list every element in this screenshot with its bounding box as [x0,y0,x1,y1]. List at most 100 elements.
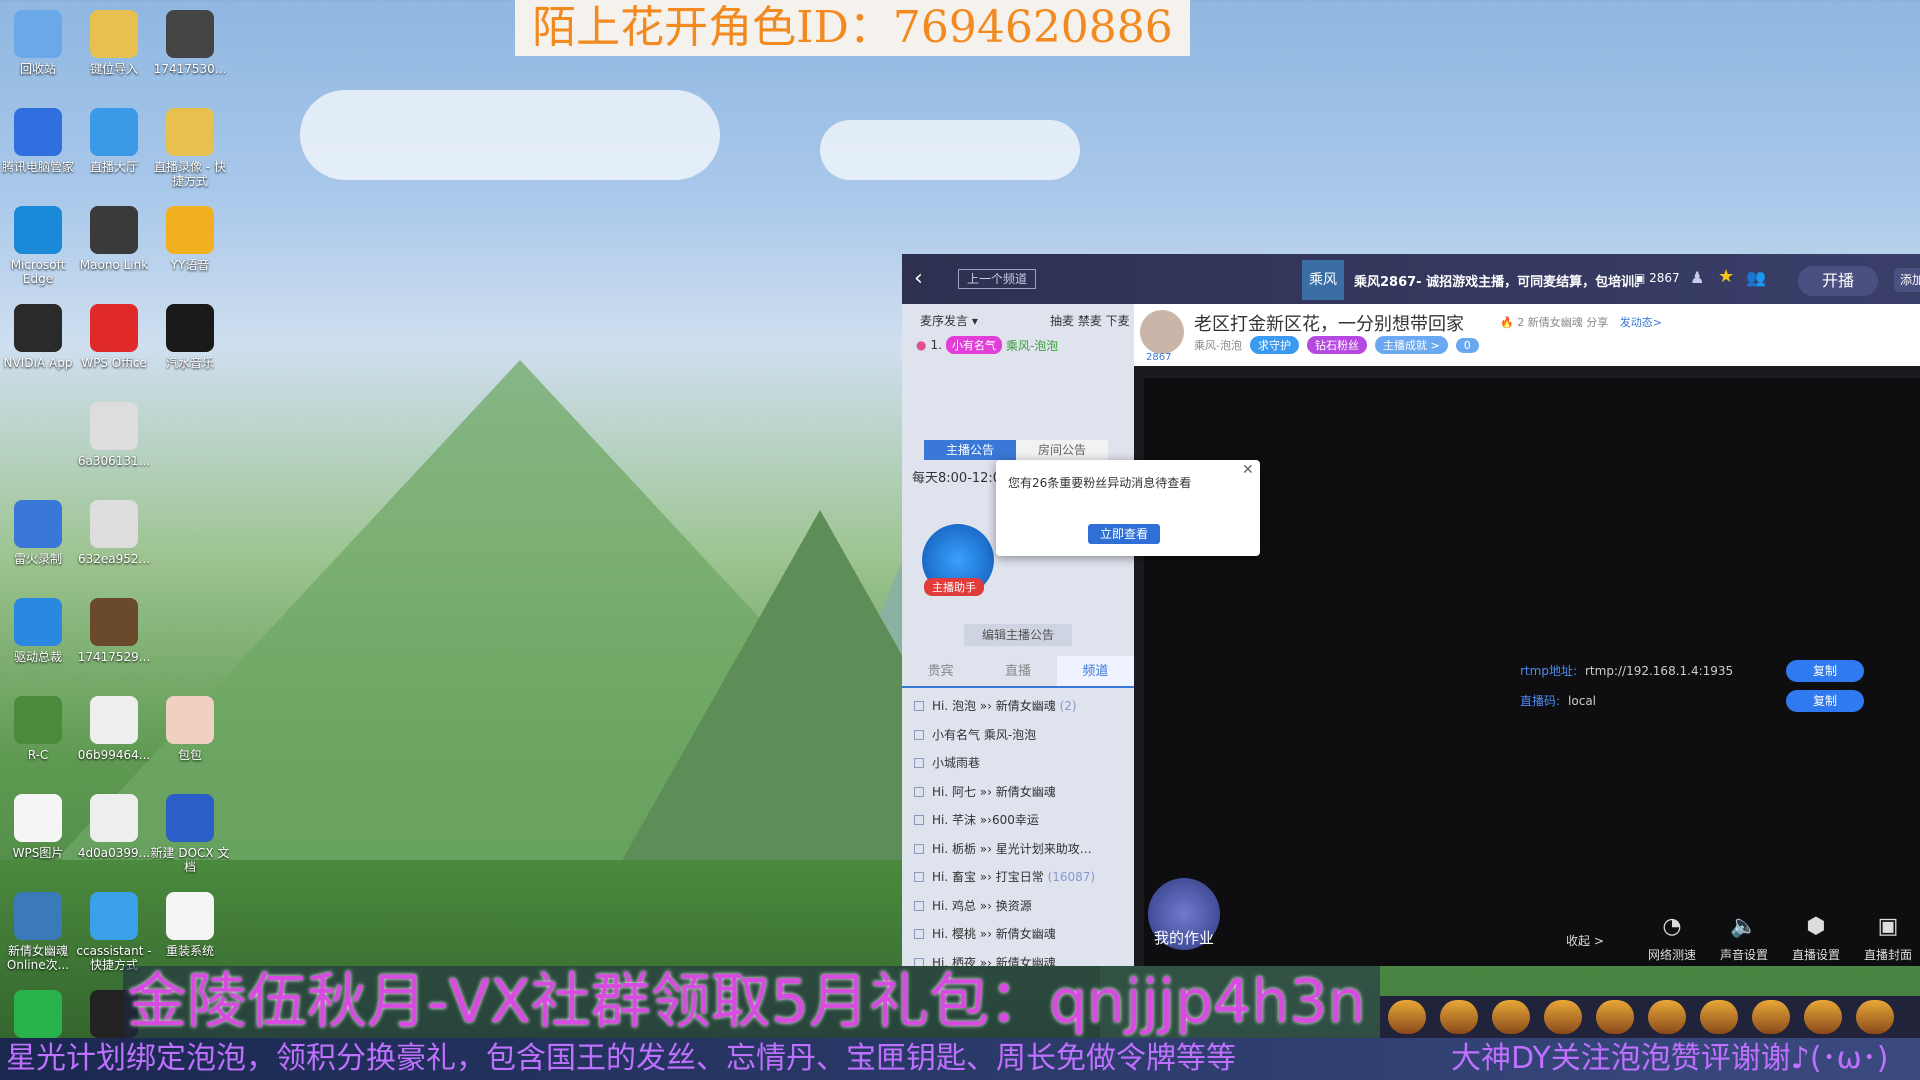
live-settings-tool[interactable]: ⬢ 直播设置 [1780,914,1852,963]
gift-icon[interactable] [1492,1000,1530,1034]
desktop-icon[interactable]: 雷火录制 [0,500,78,566]
add-button[interactable]: 添加 [1894,268,1920,292]
speed-test-tool[interactable]: ◔ 网络测速 [1636,914,1708,963]
desktop-icon[interactable]: YY语音 [150,206,230,272]
diamond-fan-chip[interactable]: 钻石粉丝 [1306,336,1367,354]
gift-icon[interactable] [1544,1000,1582,1034]
desktop-icon-label: NVIDIA App [3,356,73,370]
rank-chip[interactable]: 0 [1455,337,1479,353]
desktop-icon[interactable]: Maono Link [74,206,154,272]
desktop-icon[interactable]: WPS Office [74,304,154,370]
guard-chip[interactable]: 求守护 [1249,336,1299,354]
avatar[interactable] [1140,310,1184,354]
expand-icon[interactable] [914,701,924,711]
desktop-icon[interactable]: R-C [0,696,78,762]
favorite-star-icon[interactable]: ★ [1718,266,1734,287]
desktop-icon[interactable] [0,990,78,1042]
gift-icon[interactable] [1700,1000,1738,1034]
channel-row[interactable]: Hi. 栖夜 »› 新倩女幽魂 [902,949,1134,966]
copy-rtmp-button[interactable]: 复制 [1786,660,1864,682]
channel-count: (16087) [1047,870,1096,884]
tab-host-announcement[interactable]: 主播公告 [924,440,1016,460]
expand-icon[interactable] [914,900,924,911]
desktop-icon[interactable]: ccassistant - 快捷方式 [74,892,154,972]
achievement-chip[interactable]: 主播成就 > [1374,336,1448,354]
desktop-icon-label: 6a306131... [77,454,151,468]
desktop-icon[interactable]: 直播录像 - 快捷方式 [150,108,230,188]
channel-row[interactable]: Hi. 樱桃 »› 新倩女幽魂 [902,920,1134,949]
desktop-icon-label: R-C [27,748,49,762]
sound-settings-tool[interactable]: 🔈 声音设置 [1708,914,1780,963]
channel-row[interactable]: Hi. 芊沫 »›600幸运 [902,806,1134,835]
expand-icon[interactable] [914,729,924,740]
desktop-icon[interactable]: 新倩女幽魂Online次... [0,892,78,972]
mic-queue-item[interactable]: ● 1. 小有名气 乘风-泡泡 [916,336,1058,354]
expand-icon[interactable] [914,929,924,939]
live-hall-icon [90,108,138,156]
desktop-icon[interactable]: 重装系统 [150,892,230,958]
left-panel: 麦序发言 ▾ 抽麦 禁麦 下麦 ● 1. 小有名气 乘风-泡泡 主播公告 房间公… [902,304,1134,966]
mic-controls[interactable]: 抽麦 禁麦 下麦 [1050,312,1130,329]
view-now-button[interactable]: 立即查看 [1088,524,1160,544]
desktop-icon[interactable]: 包包 [150,696,230,762]
desktop-icon[interactable]: 17417529... [74,598,154,664]
gift-icon[interactable] [1388,1000,1426,1034]
tab-live[interactable]: 直播 [979,656,1056,686]
gift-icon[interactable] [1804,1000,1842,1034]
back-arrow-icon[interactable]: ‹ [914,266,923,291]
channel-label: Hi. 泡泡 »› 新倩女幽魂 (2) [932,699,1077,713]
start-live-button[interactable]: 开播 [1798,266,1878,296]
tab-channel[interactable]: 频道 [1056,656,1134,686]
desktop-icon[interactable]: 直播大厅 [74,108,154,174]
desktop-icon[interactable]: 驱动总裁 [0,598,78,664]
desktop-icon[interactable]: 632ea952... [74,500,154,566]
desktop-icon[interactable]: Microsoft Edge [0,206,78,286]
gift-icon[interactable] [1752,1000,1790,1034]
my-homework-button[interactable]: 我的作业 [1148,878,1220,950]
rtmp-label: rtmp地址: [1520,664,1577,678]
desktop-icon[interactable]: 回收站 [0,10,78,76]
desktop-icon[interactable]: WPS图片 [0,794,78,860]
channel-row[interactable]: Hi. 阿七 »› 新倩女幽魂 [902,778,1134,807]
expand-icon[interactable] [914,872,924,882]
edit-announcement-button[interactable]: 编辑主播公告 [964,624,1072,646]
host-helper-badge[interactable]: 主播助手 [924,578,984,596]
fold-button[interactable]: 收起 > [1566,914,1636,963]
gift-icon[interactable] [1648,1000,1686,1034]
channel-row[interactable]: 小城雨巷 [902,749,1134,778]
desktop-icon[interactable]: 6a306131... [74,402,154,468]
desktop-icon[interactable]: 4d0a0399... [74,794,154,860]
channel-row[interactable]: Hi. 畜宝 »› 打宝日常 (16087) [902,863,1134,892]
channel-row[interactable]: Hi. 泡泡 »› 新倩女幽魂 (2) [902,692,1134,721]
post-dynamic-link[interactable]: 发动态> [1620,316,1662,329]
members-icon[interactable]: 👥 [1746,268,1766,287]
prev-channel-button[interactable]: 上一个频道 [958,269,1037,289]
desktop-icon[interactable]: 腾讯电脑管家 [0,108,78,174]
expand-icon[interactable] [914,815,924,825]
close-icon[interactable]: ✕ [1242,462,1254,478]
desktop-icon[interactable]: 新建 DOCX 文档 [150,794,230,874]
live-cover-tool[interactable]: ▣ 直播封面 [1852,914,1920,963]
tab-vip[interactable]: 贵宾 [902,656,979,686]
copy-key-button[interactable]: 复制 [1786,690,1864,712]
gift-icon[interactable] [1596,1000,1634,1034]
tab-room-announcement[interactable]: 房间公告 [1016,440,1108,460]
expand-icon[interactable] [914,758,924,768]
desktop-icon[interactable]: 汽水音乐 [150,304,230,370]
expand-icon[interactable] [914,957,924,966]
channel-row[interactable]: Hi. 鸡总 »› 换资源 [902,892,1134,921]
expand-icon[interactable] [914,843,924,854]
rank-icon[interactable]: ♟ [1690,268,1704,287]
desktop-icon[interactable]: 键位导入 [74,10,154,76]
mic-order-dropdown[interactable]: 麦序发言 ▾ [920,312,978,329]
settings-icon: ⬢ [1806,914,1826,939]
desktop-icon-label: Maono Link [79,258,149,272]
desktop-icon[interactable]: 17417530... [150,10,230,76]
desktop-icon[interactable]: 06b99464... [74,696,154,762]
channel-row[interactable]: Hi. 栃栃 »› 星光计划来助攻… [902,835,1134,864]
desktop-icon[interactable]: NVIDIA App [0,304,78,370]
channel-row[interactable]: 小有名气 乘风-泡泡 [902,721,1134,750]
gift-icon[interactable] [1440,1000,1478,1034]
gift-icon[interactable] [1856,1000,1894,1034]
expand-icon[interactable] [914,786,924,797]
